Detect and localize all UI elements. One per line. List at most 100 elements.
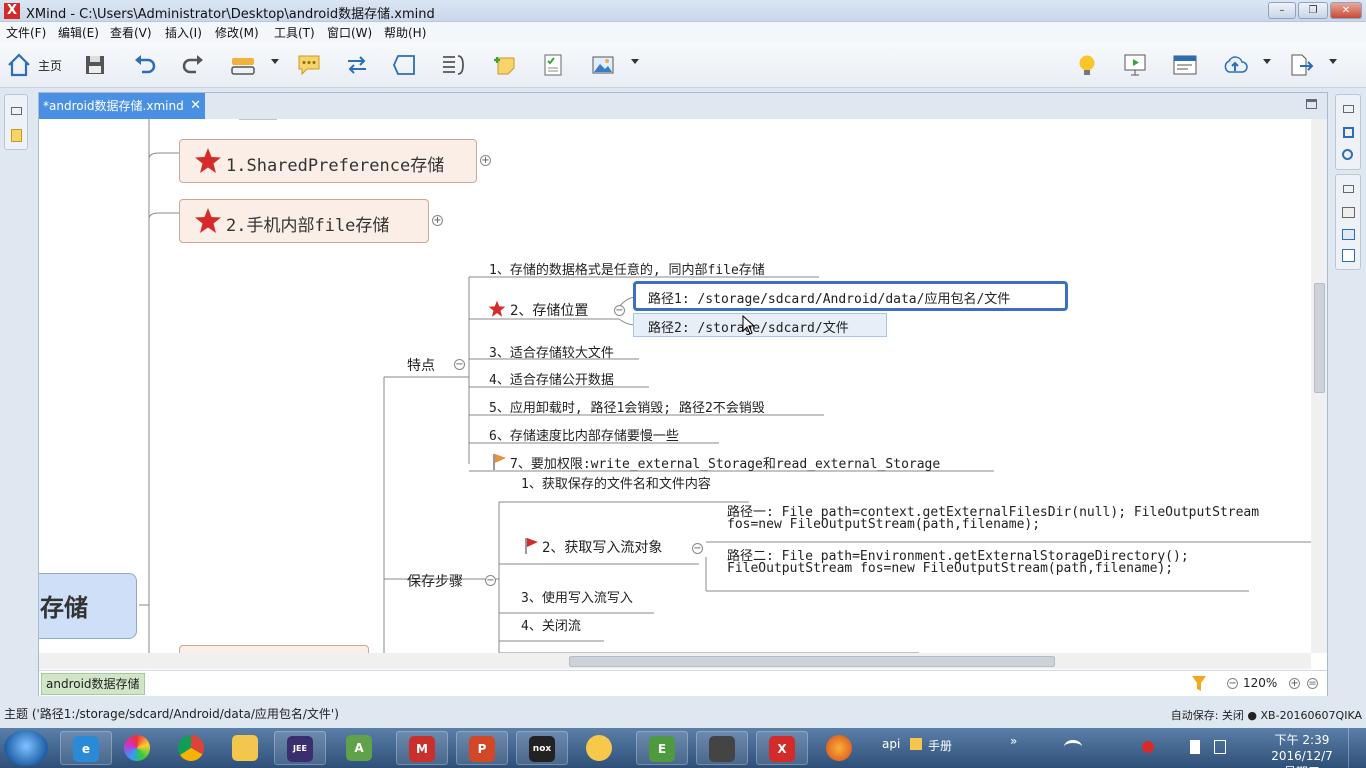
feature-item-4[interactable]: 4、适合存储公开数据 bbox=[489, 369, 614, 388]
outline-icon[interactable] bbox=[1343, 127, 1354, 138]
tasks-icon[interactable] bbox=[1342, 249, 1355, 262]
tray-expand-icon[interactable]: » bbox=[1010, 734, 1017, 748]
zoom-in-icon[interactable]: + bbox=[1289, 678, 1300, 689]
ie-icon[interactable]: e bbox=[60, 731, 112, 765]
properties-icon[interactable] bbox=[1342, 207, 1355, 218]
zoom-search-icon[interactable] bbox=[1342, 149, 1353, 160]
mindmanager-icon[interactable]: M bbox=[396, 731, 448, 765]
tray-folder-label[interactable]: 手册 bbox=[928, 737, 952, 754]
topic-save-steps[interactable]: 保存步骤 bbox=[407, 571, 463, 591]
undo-icon[interactable] bbox=[132, 52, 158, 78]
expand-icon[interactable]: + bbox=[432, 215, 443, 226]
document-tab[interactable]: *android数据存储.xmind ✕ bbox=[39, 93, 205, 119]
summary-icon[interactable] bbox=[440, 52, 466, 78]
minimize-icon[interactable]: – bbox=[1268, 2, 1296, 19]
explorer-icon[interactable] bbox=[220, 731, 272, 765]
note-icon[interactable] bbox=[492, 52, 518, 78]
way-2-line-2[interactable]: FileOutputStream fos=new FileOutputStrea… bbox=[727, 561, 1173, 576]
horizontal-scrollbar[interactable] bbox=[39, 653, 1311, 669]
maximize-editor-icon[interactable] bbox=[1306, 99, 1317, 109]
android-studio-icon[interactable]: A bbox=[334, 731, 386, 765]
markers-icon[interactable] bbox=[1342, 229, 1355, 240]
restore-panel-icon[interactable] bbox=[11, 107, 22, 115]
path-1-topic-selected[interactable]: 路径1: /storage/sdcard/Android/data/应用包名/文… bbox=[633, 281, 1068, 311]
pinwheel-icon[interactable] bbox=[112, 731, 164, 765]
restore-icon[interactable]: ❐ bbox=[1298, 2, 1328, 19]
menu-tools[interactable]: 工具(T) bbox=[274, 24, 315, 41]
topic-dropdown-icon[interactable] bbox=[271, 59, 279, 64]
presentation-icon[interactable] bbox=[1122, 52, 1148, 78]
mind-map-canvas[interactable]: 存储 1.SharedPreference存储 + 2.手机内部file存储 +… bbox=[39, 119, 1311, 653]
restore-panel-icon[interactable] bbox=[1343, 105, 1354, 113]
path-2-topic[interactable]: 路径2: /storage/sdcard/文件 bbox=[633, 313, 887, 337]
menu-help[interactable]: 帮助(H) bbox=[384, 24, 426, 41]
topic-internal-file[interactable]: 2.手机内部file存储 bbox=[179, 199, 429, 243]
topic-icon[interactable] bbox=[230, 52, 256, 78]
collapse-icon[interactable]: − bbox=[614, 305, 625, 316]
central-topic[interactable]: 存储 bbox=[39, 573, 137, 639]
menu-modify[interactable]: 修改(M) bbox=[215, 24, 259, 41]
nox-icon[interactable]: nox bbox=[516, 731, 568, 765]
vertical-scrollbar[interactable] bbox=[1311, 119, 1327, 653]
image-dropdown-icon[interactable] bbox=[631, 59, 639, 64]
menu-edit[interactable]: 编辑(E) bbox=[58, 24, 99, 41]
menu-file[interactable]: 文件(F) bbox=[6, 24, 46, 41]
topic-features[interactable]: 特点 bbox=[407, 355, 435, 375]
vertical-scroll-thumb[interactable] bbox=[1314, 283, 1325, 393]
autosave-status[interactable]: 自动保存: 关闭 ● XB-20160607QIKA bbox=[1171, 707, 1362, 723]
chat-icon[interactable] bbox=[574, 731, 626, 765]
share-icon[interactable] bbox=[1222, 52, 1248, 78]
feature-item-2[interactable]: 2、存储位置 bbox=[510, 300, 588, 320]
boundary-icon[interactable] bbox=[392, 52, 418, 78]
close-tab-icon[interactable]: ✕ bbox=[190, 93, 201, 119]
wifi-icon[interactable] bbox=[1064, 740, 1082, 754]
save-icon[interactable] bbox=[82, 52, 108, 78]
topic-partial[interactable] bbox=[179, 645, 369, 653]
export-dropdown-icon[interactable] bbox=[1329, 59, 1337, 64]
fit-map-icon[interactable]: = bbox=[1307, 678, 1318, 689]
relationship-icon[interactable] bbox=[344, 52, 370, 78]
powerpoint-icon[interactable]: P bbox=[456, 731, 508, 765]
expand-icon[interactable]: + bbox=[480, 155, 491, 166]
redo-icon[interactable] bbox=[180, 52, 206, 78]
step-item-1[interactable]: 1、获取保存的文件名和文件内容 bbox=[521, 473, 711, 492]
feature-item-3[interactable]: 3、适合存储较大文件 bbox=[489, 342, 614, 361]
feature-item-7[interactable]: 7、要加权限:write_external_Storage和read_exter… bbox=[510, 453, 940, 472]
network-icon[interactable] bbox=[1214, 740, 1226, 754]
feature-item-1[interactable]: 1、存储的数据格式是任意的, 同内部file存储 bbox=[489, 259, 765, 278]
tray-api-label[interactable]: api bbox=[882, 737, 900, 751]
notes-panel-icon[interactable] bbox=[11, 129, 22, 142]
collapse-icon[interactable]: − bbox=[692, 543, 703, 554]
start-button[interactable] bbox=[4, 730, 48, 766]
image-icon[interactable] bbox=[590, 52, 616, 78]
sheet-tab[interactable]: android数据存储 bbox=[41, 673, 145, 695]
feature-item-5[interactable]: 5、应用卸载时, 路径1会销毁; 路径2不会销毁 bbox=[489, 397, 765, 416]
firefox-icon[interactable] bbox=[814, 731, 866, 765]
menu-view[interactable]: 查看(V) bbox=[110, 24, 152, 41]
layout-icon[interactable] bbox=[1172, 52, 1198, 78]
chrome-icon[interactable] bbox=[166, 731, 218, 765]
step-item-3[interactable]: 3、使用写入流写入 bbox=[521, 587, 633, 606]
xmind-icon[interactable]: X bbox=[756, 731, 808, 765]
task-icon[interactable] bbox=[540, 52, 566, 78]
idea-icon[interactable] bbox=[1074, 52, 1100, 78]
step-item-4[interactable]: 4、关闭流 bbox=[521, 615, 581, 634]
export-icon[interactable] bbox=[1288, 52, 1314, 78]
home-icon[interactable] bbox=[6, 52, 32, 78]
menu-window[interactable]: 窗口(W) bbox=[327, 24, 372, 41]
share-dropdown-icon[interactable] bbox=[1263, 59, 1271, 64]
close-icon[interactable]: ✕ bbox=[1330, 2, 1362, 19]
restore-panel-icon[interactable] bbox=[1343, 185, 1354, 193]
camera-icon[interactable] bbox=[696, 731, 748, 765]
evernote-icon[interactable]: E bbox=[636, 731, 688, 765]
filter-icon[interactable] bbox=[1191, 675, 1207, 692]
collapse-icon[interactable]: − bbox=[485, 575, 496, 586]
callout-icon[interactable] bbox=[296, 52, 322, 78]
zoom-out-icon[interactable]: − bbox=[1227, 678, 1238, 689]
menu-insert[interactable]: 插入(I) bbox=[165, 24, 202, 41]
collapse-icon[interactable]: − bbox=[454, 359, 465, 370]
feature-item-6[interactable]: 6、存储速度比内部存储要慢一些 bbox=[489, 425, 679, 444]
way-1-line-2[interactable]: fos=new FileOutputStream(path,filename); bbox=[727, 517, 1040, 532]
home-label[interactable]: 主页 bbox=[38, 57, 62, 74]
clock[interactable]: 下午 2:39 2016/12/7 星期三 bbox=[1264, 732, 1340, 768]
